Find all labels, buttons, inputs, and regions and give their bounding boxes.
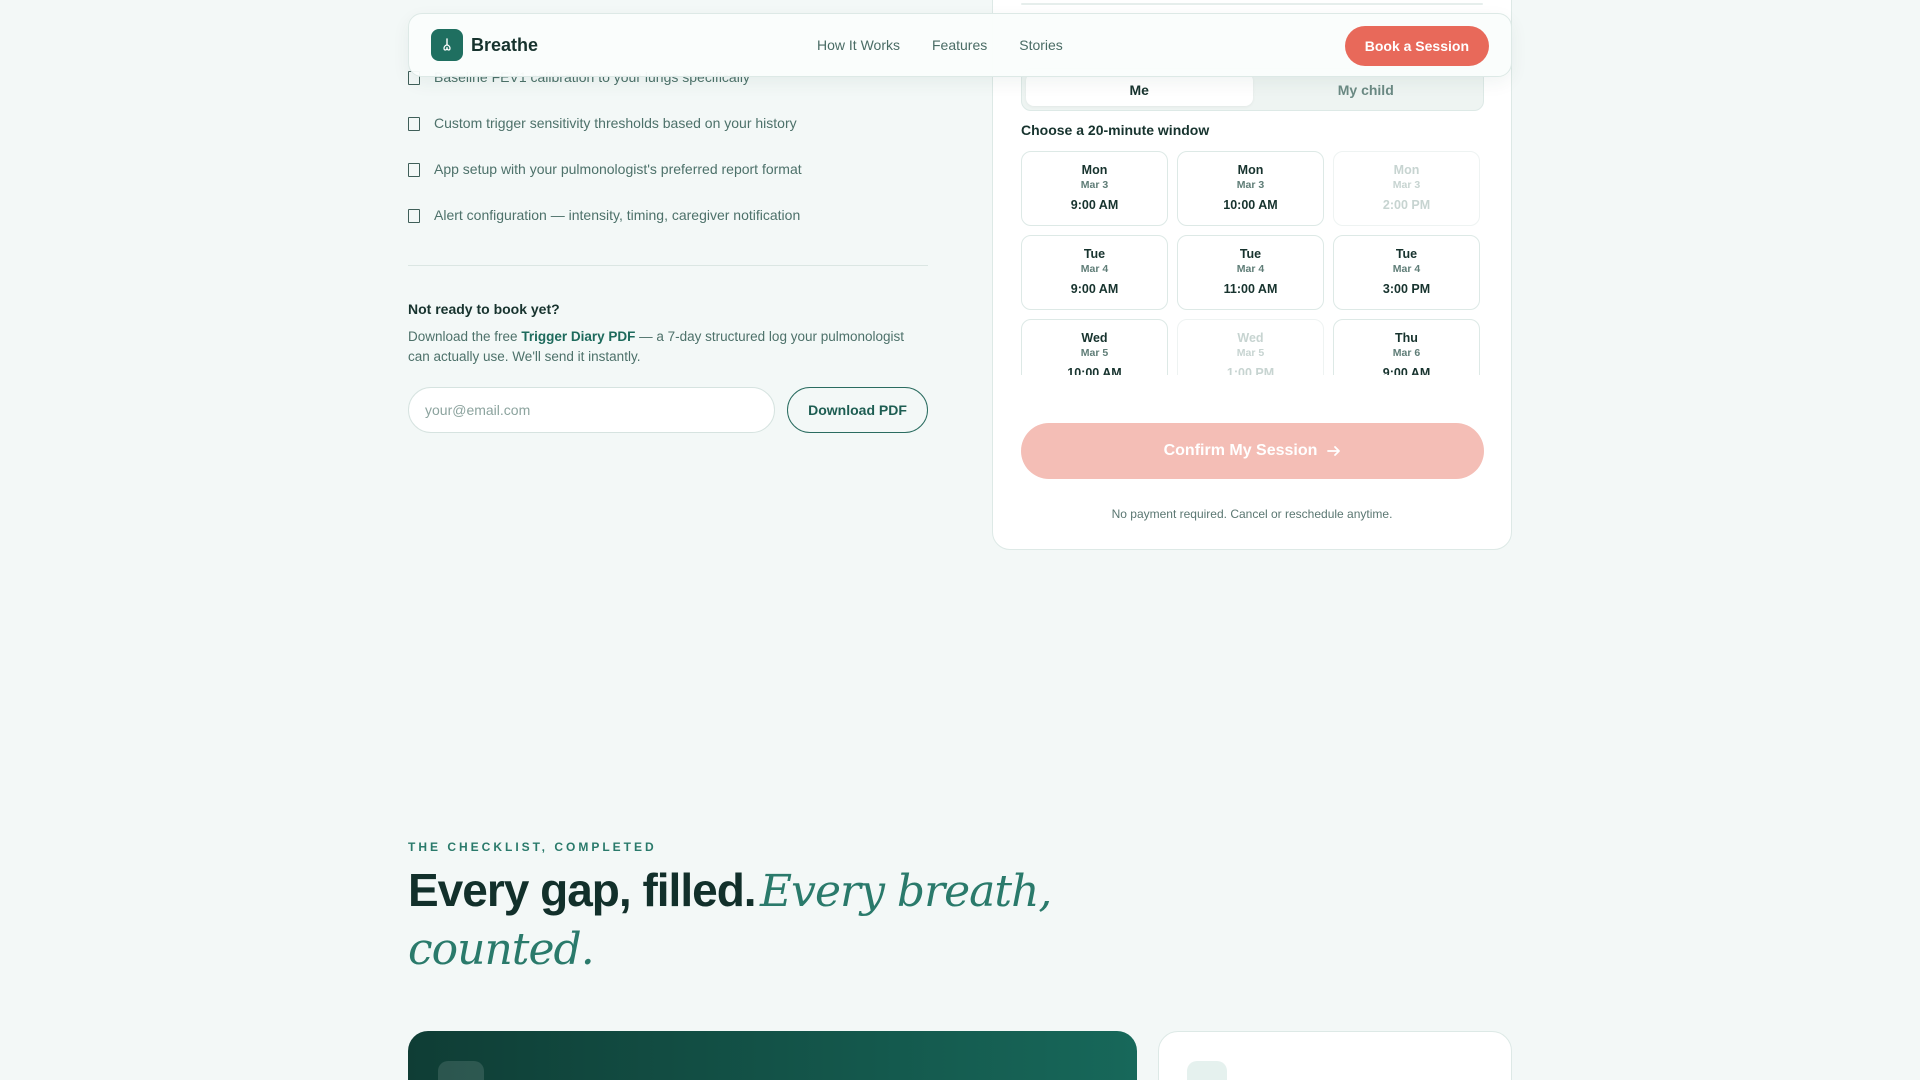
slot-date: Mar 4 [1392, 263, 1421, 275]
not-ready-title: Not ready to book yet? [408, 301, 560, 317]
slot-date: Mar 3 [1392, 179, 1421, 191]
brand-name: Breathe [471, 34, 539, 55]
slot-day: Thu [1395, 331, 1418, 345]
segment-option-my-child[interactable]: My child [1253, 73, 1480, 106]
time-slot[interactable]: Wed Mar 5 10:00 AM [1021, 319, 1168, 375]
slot-day: Mon [1393, 163, 1420, 177]
slot-scroll-area[interactable]: Mon Mar 3 9:00 AM Mon Mar 3 10:00 AM Mon Mar 3 2… [1021, 151, 1484, 375]
download-pdf-button[interactable]: Download PDF [787, 387, 928, 433]
slot-date: Mar 4 [1236, 263, 1265, 275]
slot-day: Tue [1239, 247, 1262, 261]
section-headline: Every gap, filled. Every breath, counted… [408, 866, 1108, 984]
feature-card-dark [408, 1031, 1137, 1080]
slot-time: 9:00 AM [1382, 366, 1431, 375]
booking-card: Me My child Choose a 20-minute window Mo… [992, 0, 1512, 550]
checklist-text: Alert configuration — intensity, timing,… [434, 207, 801, 223]
time-slot[interactable]: Tue Mar 4 11:00 AM [1177, 235, 1324, 310]
slot-day: Wed [1081, 331, 1108, 345]
confirm-session-button[interactable]: Confirm My Session [1021, 423, 1484, 479]
window-title: Choose a 20-minute window [1021, 122, 1210, 138]
slot-day: Tue [1395, 247, 1418, 261]
checklist-text: App setup with your pulmonologist's pref… [434, 161, 802, 177]
nav-link-features[interactable]: Features [932, 37, 987, 53]
slot-day: Mon [1237, 163, 1264, 177]
brand[interactable]: Breathe [431, 29, 538, 61]
not-ready-description: Download the free Trigger Diary PDF — a … [408, 327, 928, 367]
checklist-item: App setup with your pulmonologist's pref… [408, 161, 928, 177]
feature-card-light [1158, 1031, 1512, 1080]
time-slot[interactable]: Thu Mar 6 9:00 AM [1333, 319, 1480, 375]
checklist-text: Custom trigger sensitivity thresholds ba… [434, 115, 797, 131]
lungs-icon [431, 29, 463, 61]
arrow-right-icon [1327, 446, 1341, 456]
slot-day: Wed [1237, 331, 1264, 345]
time-slot[interactable]: Mon Mar 3 10:00 AM [1177, 151, 1324, 226]
checklist-item: Custom trigger sensitivity thresholds ba… [408, 115, 928, 131]
pulse-icon [1187, 1061, 1227, 1080]
slot-time: 2:00 PM [1382, 198, 1431, 212]
time-slot: Wed Mar 5 1:00 PM [1177, 319, 1324, 375]
slot-grid: Mon Mar 3 9:00 AM Mon Mar 3 10:00 AM Mon Mar 3 2… [1021, 151, 1484, 375]
checklist-item: Alert configuration — intensity, timing,… [408, 207, 928, 223]
slot-day: Mon [1081, 163, 1108, 177]
email-input[interactable] [408, 387, 775, 433]
nav-link-stories[interactable]: Stories [1019, 37, 1063, 53]
slot-date: Mar 5 [1236, 347, 1265, 359]
segment-option-me[interactable]: Me [1026, 73, 1253, 106]
nav-links: How It Works Features Stories [817, 37, 1063, 53]
time-slot[interactable]: Tue Mar 4 3:00 PM [1333, 235, 1480, 310]
slot-date: Mar 3 [1236, 179, 1265, 191]
plus-icon [438, 1061, 484, 1080]
checkbox-icon[interactable] [408, 117, 420, 131]
trigger-diary-link[interactable]: Trigger Diary PDF [521, 329, 635, 344]
time-slot[interactable]: Mon Mar 3 9:00 AM [1021, 151, 1168, 226]
section-eyebrow: THE CHECKLIST, COMPLETED [408, 840, 657, 854]
slot-time: 9:00 AM [1070, 198, 1119, 212]
slot-date: Mar 3 [1080, 179, 1109, 191]
book-session-button[interactable]: Book a Session [1344, 26, 1489, 66]
slot-date: Mar 4 [1080, 263, 1109, 275]
checkbox-icon[interactable] [408, 209, 420, 223]
nav-link-how-it-works[interactable]: How It Works [817, 37, 900, 53]
top-navbar: Breathe How It Works Features Stories Bo… [408, 13, 1512, 77]
slot-time: 11:00 AM [1223, 282, 1278, 296]
headline-bold: Every gap, filled. [408, 864, 757, 916]
confirm-label: Confirm My Session [1163, 442, 1318, 459]
slot-time: 10:00 AM [1223, 198, 1278, 212]
checkbox-icon[interactable] [408, 163, 420, 177]
fine-print: No payment required. Cancel or reschedul… [1111, 507, 1393, 521]
slot-time: 9:00 AM [1070, 282, 1119, 296]
time-slot: Mon Mar 3 2:00 PM [1333, 151, 1480, 226]
time-slot[interactable]: Tue Mar 4 9:00 AM [1021, 235, 1168, 310]
desc-text: Download the free [408, 329, 522, 344]
divider [408, 265, 928, 266]
slot-time: 1:00 PM [1226, 366, 1275, 375]
slot-time: 10:00 AM [1067, 366, 1122, 375]
slot-day: Tue [1083, 247, 1106, 261]
slot-date: Mar 5 [1080, 347, 1109, 359]
slot-time: 3:00 PM [1382, 282, 1431, 296]
card-top-border [1021, 3, 1483, 5]
slot-date: Mar 6 [1392, 347, 1421, 359]
